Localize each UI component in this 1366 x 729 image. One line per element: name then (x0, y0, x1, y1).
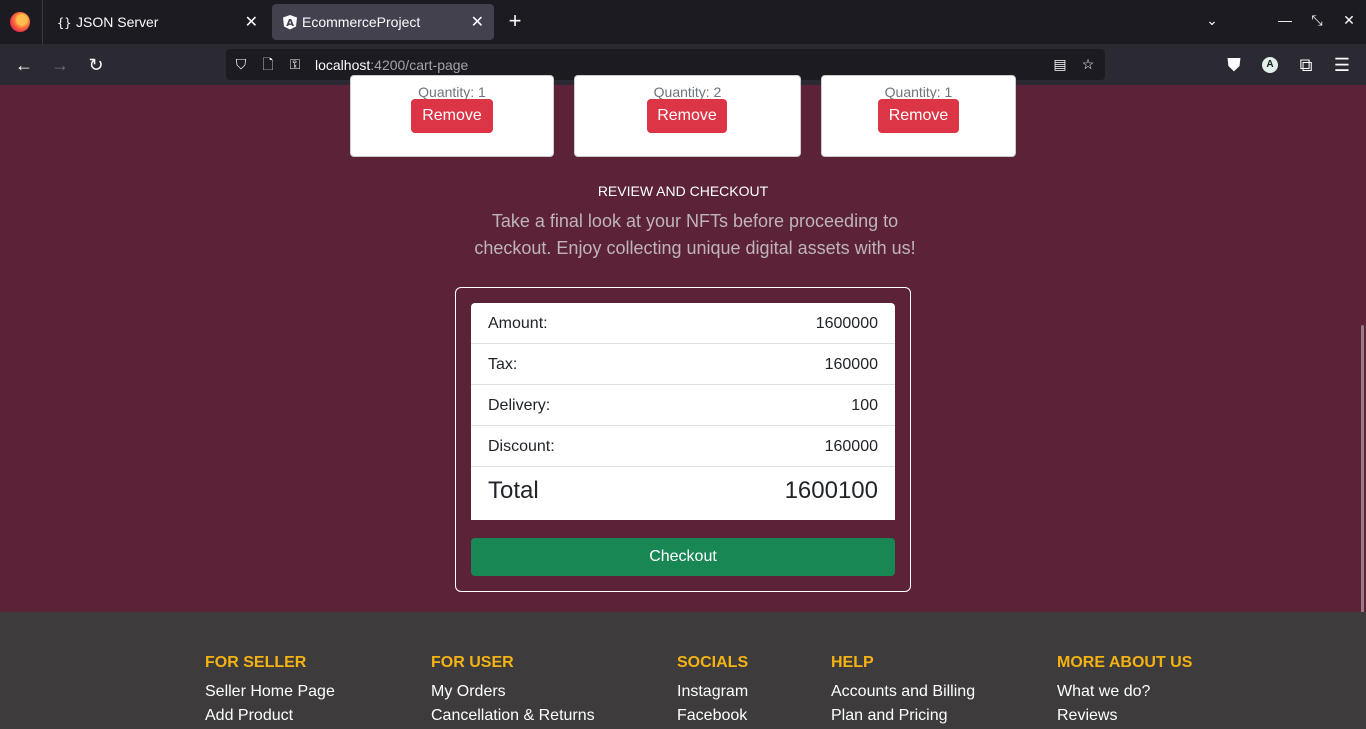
quantity-label: Quantity: 2 (653, 84, 722, 100)
quantity-label: Quantity: 1 (418, 84, 486, 100)
close-tab-icon[interactable]: ✕ (245, 12, 258, 32)
tax-label: Tax: (488, 356, 518, 373)
remove-button[interactable]: Remove (878, 99, 959, 133)
page-icon: 🗋 (262, 56, 274, 72)
tab-ecommerce-project[interactable]: A EcommerceProject ✕ (272, 4, 494, 40)
close-window-icon[interactable]: ✕ (1339, 12, 1359, 32)
footer-column-user: FOR USER My Orders Cancellation & Return… (431, 654, 595, 729)
footer-heading: MORE ABOUT US (1057, 654, 1193, 671)
footer-link[interactable]: Seller Home Page (205, 683, 335, 707)
tab-json-server[interactable]: {} JSON Server ✕ (46, 4, 268, 40)
close-tab-icon[interactable]: ✕ (471, 12, 484, 32)
footer-link[interactable]: Add Product (205, 707, 335, 729)
tab-separator (42, 0, 43, 44)
list-all-tabs-icon[interactable]: ⌄ (1202, 12, 1222, 32)
footer-link[interactable]: Reviews (1057, 707, 1192, 729)
footer-link[interactable]: Facebook (677, 707, 748, 729)
restore-icon[interactable]: ⤡ (1307, 12, 1327, 32)
json-server-tab-icon: {} (57, 16, 71, 30)
tax-row: Tax: 160000 (471, 344, 895, 385)
reader-view-icon[interactable]: ▤ (1052, 56, 1068, 72)
cart-page: Quantity: 1 Remove Quantity: 2 Remove Qu… (0, 75, 1366, 729)
discount-row: Discount: 160000 (471, 426, 895, 467)
tax-value: 160000 (824, 356, 878, 373)
quantity-label: Quantity: 1 (884, 84, 953, 100)
delivery-label: Delivery: (488, 397, 551, 414)
menu-icon[interactable]: ☰ (1331, 54, 1353, 76)
url-path: :4200/cart-page (370, 57, 469, 73)
firefox-icon[interactable] (10, 12, 30, 32)
footer-column-socials: SOCIALS Instagram Facebook (677, 654, 748, 729)
url-text[interactable]: localhost:4200/cart-page (315, 57, 468, 73)
footer-heading: HELP (831, 654, 874, 671)
discount-label: Discount: (488, 438, 555, 455)
checkout-button[interactable]: Checkout (471, 538, 895, 576)
total-label: Total (488, 477, 539, 504)
footer-link[interactable]: My Orders (431, 683, 595, 707)
discount-value: 160000 (824, 438, 878, 455)
site-footer: FOR SELLER Seller Home Page Add Product … (0, 612, 1366, 729)
amount-row: Amount: 1600000 (471, 303, 895, 344)
extensions-icon[interactable]: ⧉ (1295, 54, 1317, 76)
footer-column-help: HELP Accounts and Billing Plan and Prici… (831, 654, 975, 729)
footer-heading: FOR SELLER (205, 654, 307, 671)
footer-column-about: MORE ABOUT US What we do? Reviews (1057, 654, 1192, 729)
total-value: 1600100 (784, 477, 878, 504)
account-avatar[interactable]: A (1262, 57, 1278, 73)
shield-icon[interactable]: ⛉ (233, 56, 249, 72)
summary-list: Amount: 1600000 Tax: 160000 Delivery: 10… (471, 303, 895, 520)
footer-column-seller: FOR SELLER Seller Home Page Add Product (205, 654, 335, 729)
cart-item-card: Quantity: 1 Remove (821, 75, 1016, 157)
new-tab-button[interactable]: + (504, 10, 526, 32)
footer-link[interactable]: Accounts and Billing (831, 683, 975, 707)
angular-icon: A (283, 15, 297, 30)
amount-value: 1600000 (815, 315, 878, 332)
key-icon[interactable]: ⚿ (287, 56, 303, 72)
tab-title: EcommerceProject (302, 14, 421, 30)
review-title: REVIEW AND CHECKOUT (597, 183, 769, 199)
svg-text:A: A (286, 18, 294, 29)
remove-button[interactable]: Remove (411, 99, 493, 133)
tab-title: JSON Server (76, 14, 159, 30)
footer-heading: SOCIALS (677, 654, 749, 671)
bookmark-star-icon[interactable]: ☆ (1080, 56, 1096, 72)
cart-item-card: Quantity: 1 Remove (350, 75, 554, 157)
amount-label: Amount: (488, 315, 548, 332)
order-summary: Amount: 1600000 Tax: 160000 Delivery: 10… (455, 287, 911, 592)
total-row: Total 1600100 (471, 467, 895, 520)
remove-button[interactable]: Remove (647, 99, 727, 133)
footer-link[interactable]: Plan and Pricing (831, 707, 975, 729)
browser-tab-bar: {} JSON Server ✕ A EcommerceProject ✕ + … (0, 0, 1366, 44)
svg-text:{}: {} (57, 16, 71, 30)
review-subtitle: Take a final look at your NFTs before pr… (474, 211, 916, 258)
forward-icon[interactable]: → (49, 54, 71, 76)
footer-link[interactable]: Instagram (677, 683, 748, 707)
pocket-icon[interactable]: ⛊ (1223, 54, 1245, 76)
cart-item-card: Quantity: 2 Remove (574, 75, 801, 157)
minimize-icon[interactable]: — (1275, 12, 1295, 32)
reload-icon[interactable]: ↻ (85, 54, 107, 76)
footer-heading: FOR USER (431, 654, 514, 671)
footer-link[interactable]: Cancellation & Returns (431, 707, 595, 729)
footer-link[interactable]: What we do? (1057, 683, 1192, 707)
back-icon[interactable]: ← (13, 54, 35, 76)
delivery-value: 100 (851, 397, 878, 414)
delivery-row: Delivery: 100 (471, 385, 895, 426)
url-host: localhost (315, 57, 371, 73)
